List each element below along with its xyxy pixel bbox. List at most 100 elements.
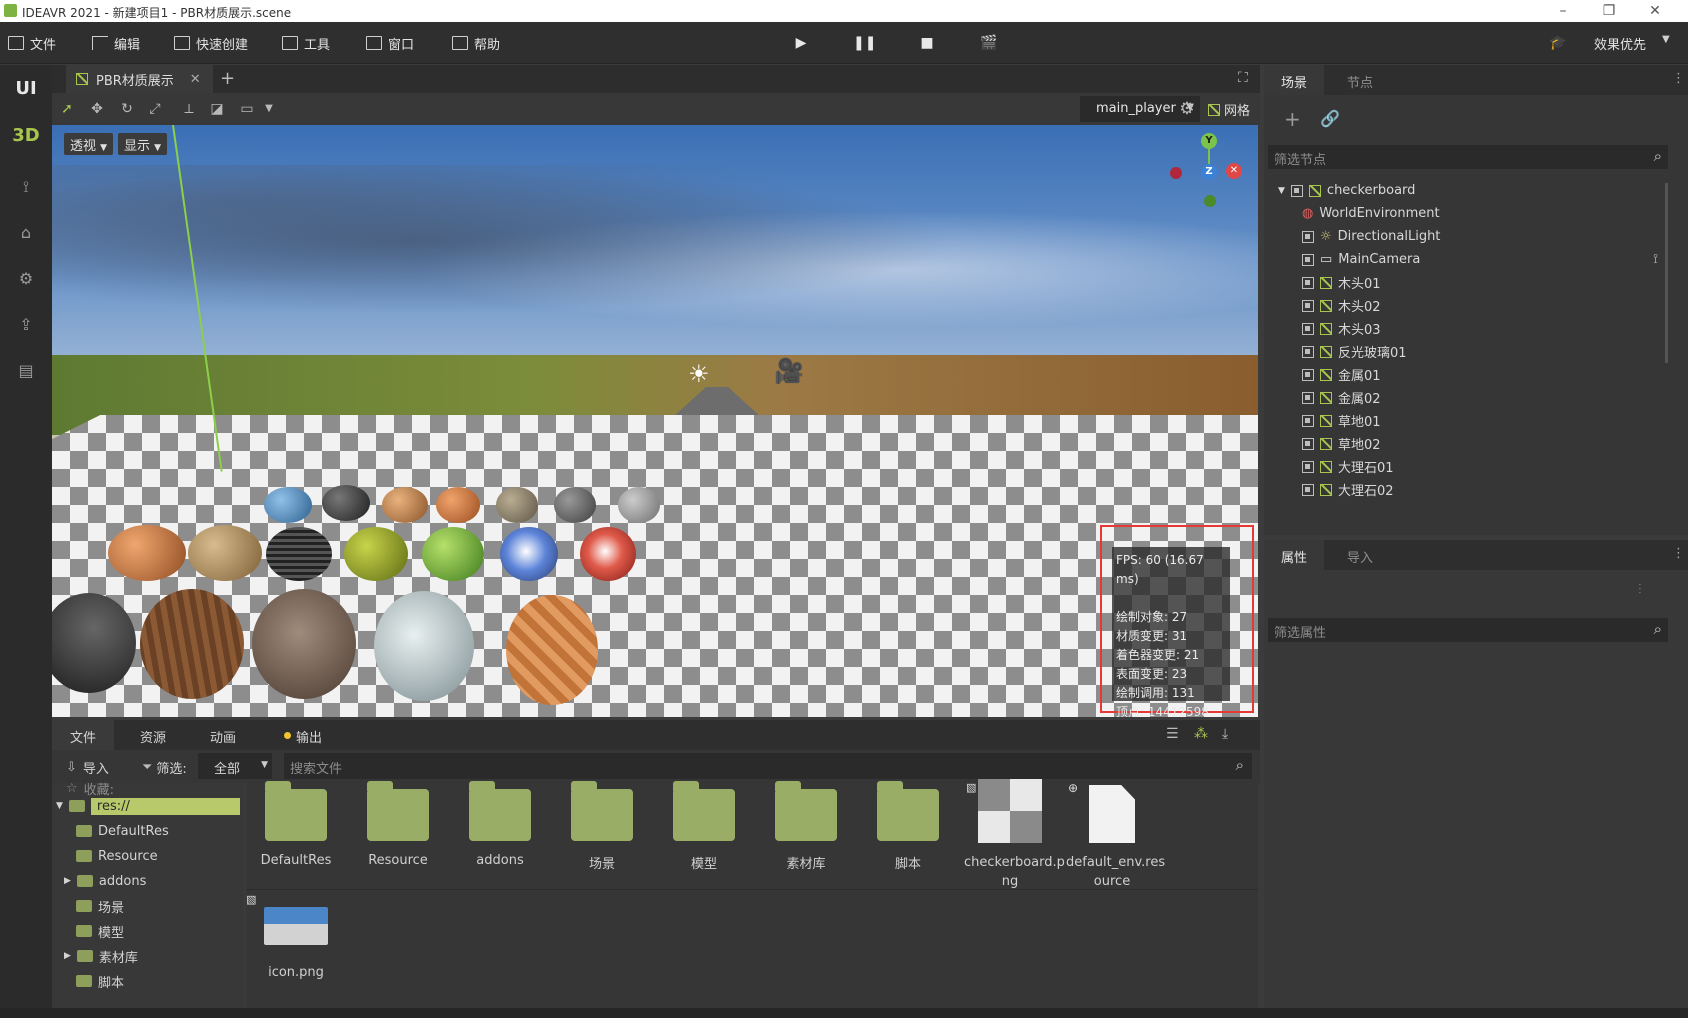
chevron-down-icon[interactable]: ▼: [1662, 34, 1670, 45]
ruler-icon[interactable]: ▭: [236, 99, 258, 119]
file-item[interactable]: Resource: [352, 781, 444, 868]
material-sphere[interactable]: [580, 527, 636, 581]
file-item[interactable]: addons: [454, 781, 546, 868]
gizmo-x-axis[interactable]: ✕: [1226, 163, 1242, 179]
local-axis-icon[interactable]: ⟂: [178, 99, 200, 119]
store-icon[interactable]: ⌂: [6, 213, 46, 253]
quality-mode-select[interactable]: 效果优先: [1594, 34, 1646, 53]
perspective-dropdown[interactable]: 透视 ▼: [64, 133, 114, 155]
clapper-icon[interactable]: 🎬: [978, 32, 1000, 54]
visibility-checkbox[interactable]: [1302, 253, 1314, 266]
material-sphere[interactable]: [506, 595, 598, 705]
tab-properties[interactable]: 属性: [1264, 540, 1325, 570]
grid-view-icon[interactable]: ⁂: [1194, 726, 1208, 742]
tab-scene[interactable]: 场景: [1264, 65, 1325, 95]
menu-help[interactable]: 帮助: [452, 33, 500, 53]
material-sphere[interactable]: [266, 527, 332, 581]
import-button[interactable]: ⇩ 导入: [66, 758, 109, 777]
grid-toggle[interactable]: 网格: [1208, 100, 1250, 119]
scene-node[interactable]: 大理石01: [1278, 455, 1658, 478]
scene-node[interactable]: 草地02: [1278, 432, 1658, 455]
tree-item[interactable]: ▶ addons: [64, 870, 254, 892]
material-sphere[interactable]: [382, 487, 428, 523]
file-item[interactable]: ▧ icon.png: [246, 893, 342, 980]
visibility-checkbox[interactable]: [1302, 345, 1314, 358]
more-icon[interactable]: ⋮: [1672, 71, 1685, 86]
material-sphere[interactable]: [264, 487, 312, 523]
scene-node[interactable]: 木头01: [1278, 271, 1658, 294]
menu-file[interactable]: 文件: [8, 33, 56, 53]
restore-icon[interactable]: ❐: [1586, 1, 1632, 21]
material-sphere[interactable]: [436, 487, 480, 523]
gizmo-neg-y[interactable]: [1204, 195, 1216, 207]
visibility-checkbox[interactable]: [1302, 276, 1314, 289]
display-dropdown[interactable]: 显示 ▼: [118, 133, 168, 155]
material-sphere[interactable]: [554, 487, 596, 523]
camera-gizmo-icon[interactable]: 🎥: [774, 357, 804, 385]
menu-edit[interactable]: 编辑: [92, 33, 140, 53]
material-sphere[interactable]: [374, 591, 474, 701]
orientation-gizmo[interactable]: Y Z ✕: [1170, 133, 1250, 213]
fullscreen-icon[interactable]: ⛶: [1238, 70, 1248, 86]
file-item[interactable]: ⊕ default_env.res ource: [1066, 779, 1165, 891]
scene-node[interactable]: 大理石02: [1278, 478, 1658, 501]
export-icon[interactable]: ⇪: [6, 305, 46, 345]
scene-node[interactable]: ☼ DirectionalLight: [1278, 225, 1658, 248]
tree-item[interactable]: ▶ 素材库: [64, 945, 254, 967]
tree-item[interactable]: Resource: [76, 845, 266, 867]
file-item[interactable]: 场景: [556, 781, 648, 872]
material-sphere[interactable]: [344, 527, 408, 581]
visibility-checkbox[interactable]: [1302, 460, 1314, 473]
menu-quick-create[interactable]: 快速创建: [174, 33, 248, 53]
filter-nodes-input[interactable]: 筛选节点 ⌕: [1268, 145, 1668, 169]
scene-node[interactable]: ▭ MainCamera ⟟: [1278, 248, 1658, 271]
visibility-checkbox[interactable]: [1302, 322, 1314, 335]
visibility-checkbox[interactable]: [1302, 230, 1314, 243]
file-item[interactable]: 脚本: [862, 781, 954, 872]
file-item[interactable]: DefaultRes: [250, 781, 342, 868]
filter-properties-input[interactable]: 筛选属性 ⌕: [1268, 618, 1668, 642]
3d-viewport[interactable]: ☀ 🎥 透视 ▼ 显示 ▼ Y Z ✕ FPS: 60 (16.67 ms) 绘…: [52, 125, 1258, 717]
add-node-icon[interactable]: +: [1284, 107, 1301, 131]
close-icon[interactable]: ✕: [1632, 1, 1678, 21]
more-icon[interactable]: ⋮: [1672, 546, 1685, 561]
scale-tool-icon[interactable]: ⤢: [144, 99, 166, 119]
tab-import[interactable]: 导入: [1330, 540, 1390, 570]
minimize-icon[interactable]: –: [1540, 1, 1586, 21]
scene-node[interactable]: 金属02: [1278, 386, 1658, 409]
settings-panel-icon[interactable]: ⚙: [6, 259, 46, 299]
search-files-input[interactable]: 搜索文件 ⌕: [284, 753, 1252, 779]
scrollbar[interactable]: [1665, 183, 1668, 363]
node-graph-icon[interactable]: ⟟: [6, 167, 46, 207]
gizmo-z-axis[interactable]: Z: [1201, 164, 1217, 180]
visibility-checkbox[interactable]: [1302, 391, 1314, 404]
material-sphere[interactable]: [618, 487, 660, 523]
menu-window[interactable]: 窗口: [366, 33, 414, 53]
light-gizmo-icon[interactable]: ☀: [688, 360, 710, 388]
tab-files[interactable]: 文件: [52, 720, 115, 750]
visibility-checkbox[interactable]: [1290, 184, 1303, 197]
rotate-tool-icon[interactable]: ↻: [116, 99, 138, 119]
scene-node[interactable]: 草地01: [1278, 409, 1658, 432]
tab-pbr-scene[interactable]: PBR材质展示 ✕: [66, 65, 213, 93]
file-item[interactable]: 模型: [658, 781, 750, 872]
material-sphere[interactable]: [500, 527, 558, 581]
tree-item[interactable]: 模型: [76, 920, 266, 942]
menu-tools[interactable]: 工具: [282, 33, 330, 53]
tab-output[interactable]: 输出: [278, 720, 340, 750]
node-script-icon[interactable]: ⟟: [1653, 252, 1658, 267]
tab-animation[interactable]: 动画: [192, 720, 254, 750]
close-tab-icon[interactable]: ✕: [190, 72, 201, 87]
material-sphere[interactable]: [252, 589, 356, 699]
material-sphere[interactable]: [140, 589, 244, 699]
tab-resources[interactable]: 资源: [122, 720, 184, 750]
scene-node[interactable]: ◍ WorldEnvironment: [1278, 202, 1658, 225]
visibility-checkbox[interactable]: [1302, 483, 1314, 496]
visibility-checkbox[interactable]: [1302, 299, 1314, 312]
add-tab-icon[interactable]: +: [220, 68, 235, 89]
graduation-cap-icon[interactable]: 🎓: [1547, 32, 1569, 54]
visibility-checkbox[interactable]: [1302, 437, 1314, 450]
gizmo-y-axis[interactable]: Y: [1201, 133, 1217, 149]
download-icon[interactable]: ⤓: [1222, 726, 1228, 742]
gizmo-neg-x[interactable]: [1170, 167, 1182, 179]
